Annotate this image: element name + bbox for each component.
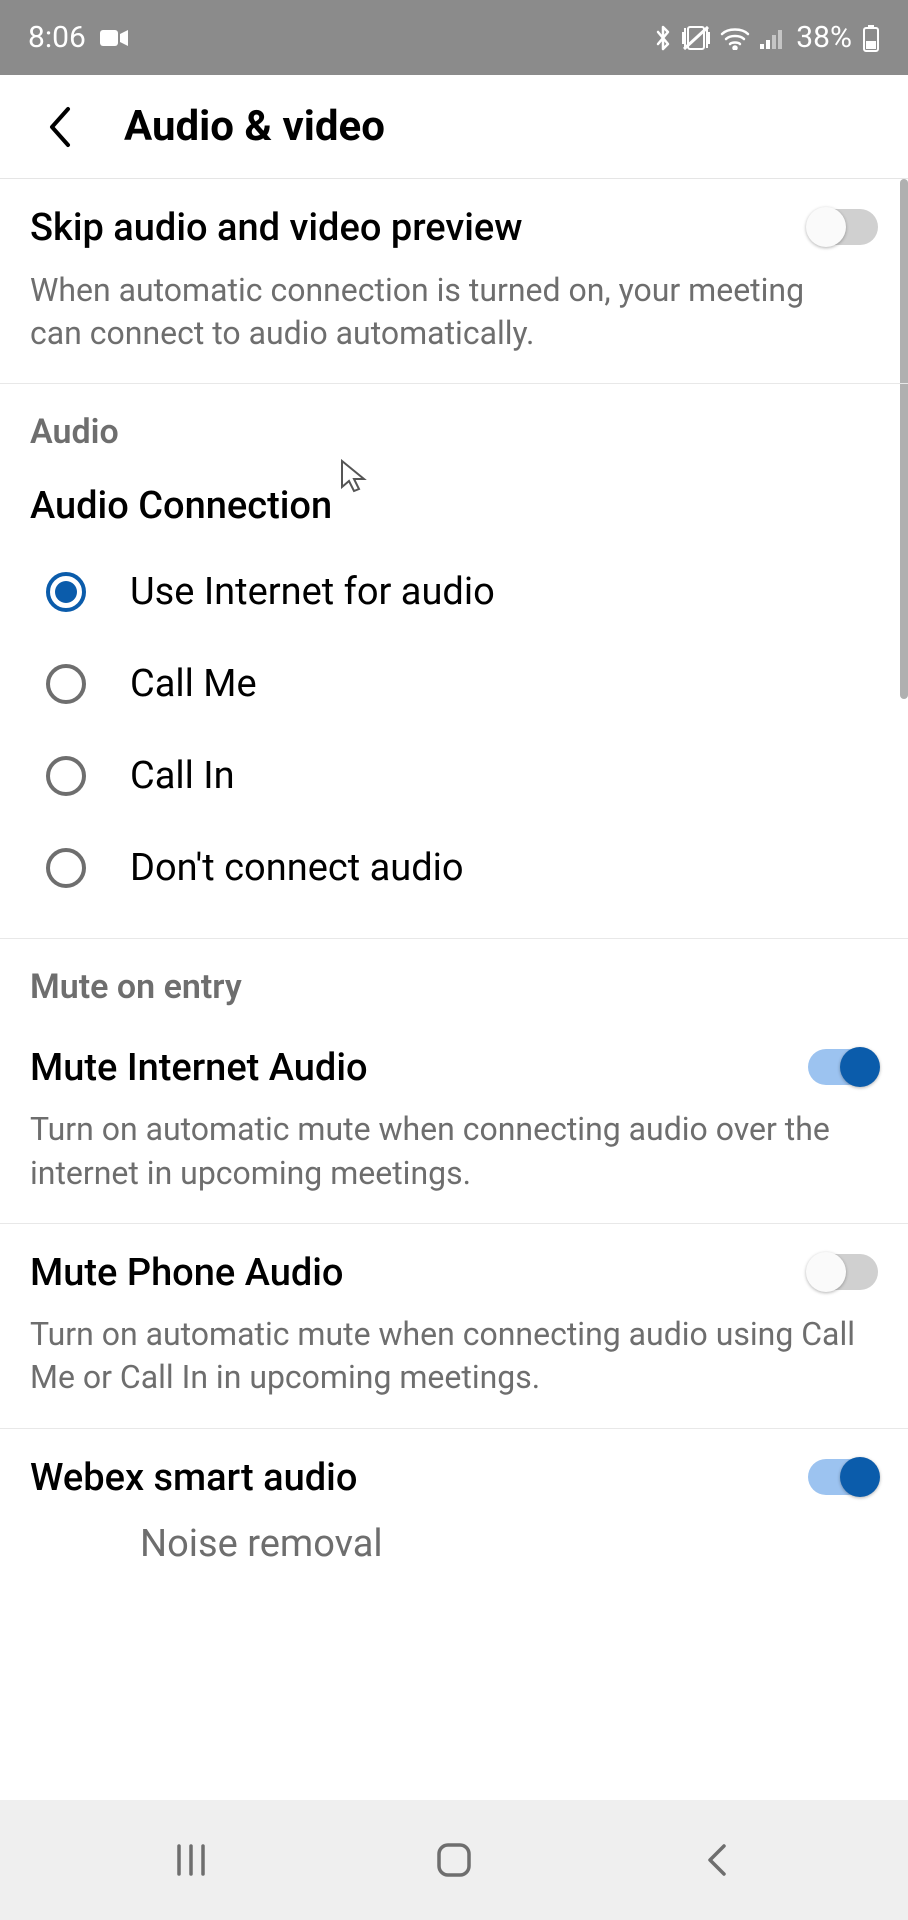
skip-preview-toggle[interactable]	[808, 209, 878, 245]
wifi-icon	[720, 26, 750, 50]
vibrate-icon	[682, 25, 710, 51]
setting-desc: Turn on automatic mute when connecting a…	[30, 1313, 878, 1399]
radio-use-internet[interactable]: Use Internet for audio	[30, 546, 878, 638]
setting-mute-internet[interactable]: Mute Internet Audio Turn on automatic mu…	[0, 1019, 908, 1224]
back-button[interactable]	[20, 87, 100, 167]
content-scroll[interactable]: Skip audio and video preview When automa…	[0, 179, 908, 1800]
battery-icon	[862, 24, 880, 52]
setting-smart-audio[interactable]: Webex smart audio	[0, 1429, 908, 1513]
setting-title: Webex smart audio	[30, 1455, 878, 1503]
status-bar: 8:06 38%	[0, 0, 908, 75]
recents-icon	[173, 1842, 209, 1878]
bluetooth-icon	[654, 24, 672, 52]
home-icon	[434, 1840, 474, 1880]
setting-desc: When automatic connection is turned on, …	[30, 269, 878, 355]
smart-audio-option: Noise removal	[0, 1512, 908, 1566]
chevron-left-icon	[704, 1840, 730, 1880]
radio-icon	[46, 572, 86, 612]
radio-call-me[interactable]: Call Me	[30, 638, 878, 730]
audio-connection-header: Audio Connection	[0, 464, 908, 546]
setting-title: Mute Internet Audio	[30, 1045, 878, 1093]
setting-title: Mute Phone Audio	[30, 1250, 878, 1298]
signal-icon	[760, 27, 786, 49]
radio-label: Don't connect audio	[130, 846, 464, 890]
nav-recents-button[interactable]	[121, 1820, 261, 1900]
section-audio: Audio	[0, 384, 908, 464]
radio-call-in[interactable]: Call In	[30, 730, 878, 822]
status-battery-pct: 38%	[796, 20, 852, 55]
radio-label: Call Me	[130, 662, 257, 706]
setting-desc: Turn on automatic mute when connecting a…	[30, 1108, 878, 1194]
video-record-icon	[100, 28, 128, 48]
setting-skip-preview[interactable]: Skip audio and video preview When automa…	[0, 179, 908, 384]
system-nav-bar	[0, 1800, 908, 1920]
app-header: Audio & video	[0, 75, 908, 179]
mute-phone-toggle[interactable]	[808, 1254, 878, 1290]
smart-audio-toggle[interactable]	[808, 1459, 878, 1495]
chevron-left-icon	[46, 105, 74, 149]
mute-internet-toggle[interactable]	[808, 1049, 878, 1085]
page-title: Audio & video	[124, 102, 385, 151]
status-time: 8:06	[28, 20, 86, 55]
setting-mute-phone[interactable]: Mute Phone Audio Turn on automatic mute …	[0, 1224, 908, 1429]
nav-back-button[interactable]	[647, 1820, 787, 1900]
radio-icon	[46, 664, 86, 704]
radio-dont-connect[interactable]: Don't connect audio	[30, 822, 878, 914]
radio-label: Use Internet for audio	[130, 570, 495, 614]
audio-connection-group: Use Internet for audio Call Me Call In D…	[0, 546, 908, 939]
radio-icon	[46, 848, 86, 888]
radio-icon	[46, 756, 86, 796]
nav-home-button[interactable]	[384, 1820, 524, 1900]
section-mute: Mute on entry	[0, 939, 908, 1019]
setting-title: Skip audio and video preview	[30, 205, 878, 253]
radio-label: Call In	[130, 754, 235, 798]
